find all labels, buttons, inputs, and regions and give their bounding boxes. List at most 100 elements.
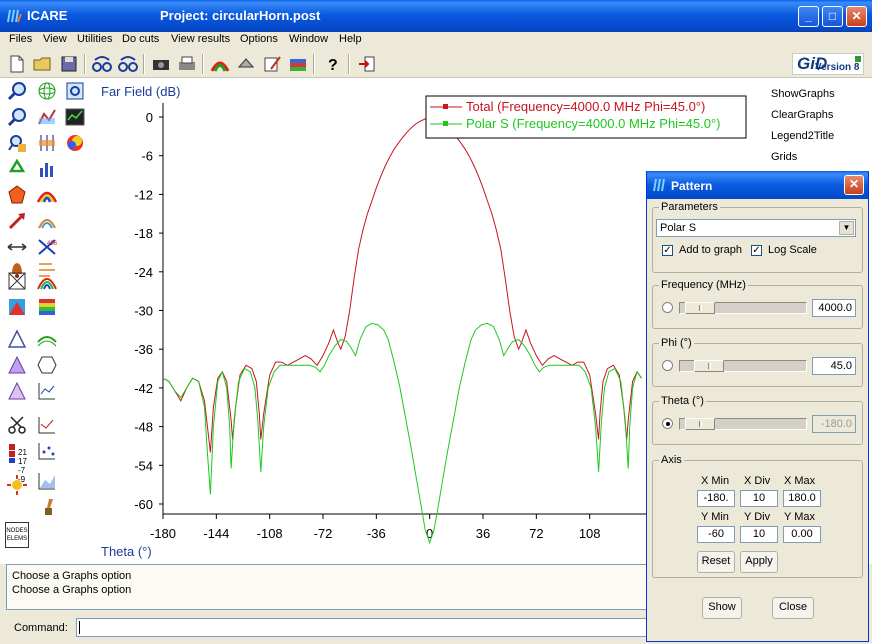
arrow-vector-icon[interactable] — [6, 210, 28, 232]
color-sun-icon[interactable] — [6, 474, 28, 496]
layers-icon[interactable] — [235, 53, 257, 75]
x-max-input[interactable]: 180.0 — [783, 490, 821, 507]
bar-graph-icon[interactable] — [36, 158, 58, 180]
message-line: Choose a Graphs option — [12, 584, 132, 596]
menu-options[interactable]: Options — [240, 33, 278, 45]
menu-utilities[interactable]: Utilities — [77, 33, 112, 45]
menu-help[interactable]: Help — [339, 33, 362, 45]
legend-marker — [443, 121, 448, 126]
recycle-icon[interactable] — [6, 158, 28, 180]
axis-legend: Axis — [661, 454, 682, 466]
distance-measure-icon[interactable] — [6, 236, 28, 258]
hexagon-icon[interactable] — [36, 354, 58, 376]
surface-view-icon[interactable] — [6, 296, 28, 318]
log-scale-checkbox[interactable]: ✓ — [751, 245, 762, 256]
grids-command[interactable]: Grids — [771, 151, 797, 163]
nodes-elems-icon[interactable]: NODES ELEMS — [5, 522, 29, 548]
contour-bands-icon[interactable] — [36, 296, 58, 318]
reset-button[interactable]: Reset — [697, 551, 735, 573]
graph-area-icon[interactable] — [36, 470, 58, 492]
theta-radio[interactable] — [662, 418, 673, 429]
rainbow-band-icon[interactable] — [36, 184, 58, 206]
phi-slider-thumb[interactable] — [694, 360, 724, 372]
close-button[interactable]: ✕ — [846, 6, 867, 27]
brush-icon[interactable] — [36, 496, 58, 518]
y-div-input[interactable]: 10 — [740, 526, 778, 543]
parameters-group: Parameters — [652, 201, 863, 273]
zoom-out-icon[interactable] — [6, 106, 28, 128]
menu-view[interactable]: View — [43, 33, 67, 45]
frequency-slider-thumb[interactable] — [685, 302, 715, 314]
mesh-sphere-icon[interactable] — [36, 80, 58, 102]
graph-scatter-icon[interactable] — [36, 440, 58, 462]
zoom-frame-icon[interactable] — [6, 132, 28, 154]
printer-icon[interactable] — [176, 53, 198, 75]
graph-lines-icon[interactable] — [36, 380, 58, 402]
y-tick-label: -42 — [134, 381, 153, 396]
wire-triangle-icon[interactable] — [6, 328, 28, 350]
apply-button[interactable]: Apply — [740, 551, 778, 573]
edit-icon[interactable] — [261, 53, 283, 75]
box-frame-icon[interactable] — [6, 270, 28, 292]
open-folder-icon[interactable] — [32, 53, 54, 75]
phi-value[interactable]: 45.0 — [812, 357, 856, 375]
add-to-graph-checkbox[interactable]: ✓ — [662, 245, 673, 256]
color-blob-icon[interactable] — [64, 132, 86, 154]
books-icon[interactable] — [287, 53, 309, 75]
graph-points-icon[interactable] — [36, 414, 58, 436]
frequency-radio[interactable] — [662, 302, 673, 313]
legend-value-2: 17 — [18, 457, 27, 466]
series-line-polar-s — [162, 322, 642, 545]
phi-slider[interactable] — [679, 360, 807, 372]
numbering-icon[interactable]: 456 — [36, 236, 58, 258]
undo-view-icon[interactable] — [91, 53, 113, 75]
frequency-slider[interactable] — [679, 302, 807, 314]
menu-files[interactable]: Files — [9, 33, 32, 45]
zoom-in-icon[interactable] — [6, 80, 28, 102]
parameter-select[interactable]: Polar S ▼ — [656, 219, 856, 237]
svg-text:456: 456 — [47, 241, 58, 247]
x-div-input[interactable]: 10 — [740, 490, 778, 507]
shape-triangle-icon[interactable] — [6, 380, 28, 402]
chevron-down-icon[interactable]: ▼ — [839, 221, 854, 235]
frequency-value[interactable]: 4000.0 — [812, 299, 856, 317]
menu-do-cuts[interactable]: Do cuts — [122, 33, 159, 45]
new-file-icon[interactable] — [6, 53, 28, 75]
close-dialog-button[interactable]: Close — [772, 597, 814, 619]
theta-value: -180.0 — [812, 415, 856, 433]
rainbow-large-icon[interactable] — [36, 270, 58, 292]
scissors-icon[interactable] — [6, 414, 28, 436]
show-graphs-command[interactable]: ShowGraphs — [771, 88, 835, 100]
clear-graphs-command[interactable]: ClearGraphs — [771, 109, 833, 121]
rainbow-small-icon[interactable] — [36, 210, 58, 232]
y-max-input[interactable]: 0.00 — [783, 526, 821, 543]
maximize-button[interactable]: □ — [822, 6, 843, 27]
theta-slider-thumb[interactable] — [685, 418, 715, 430]
command-input[interactable] — [76, 618, 656, 637]
mesh-surface-icon[interactable] — [36, 328, 58, 350]
theta-slider[interactable] — [679, 418, 807, 430]
svg-text:?: ? — [328, 57, 338, 74]
legend2title-command[interactable]: Legend2Title — [771, 130, 834, 142]
triangle-icon[interactable] — [6, 354, 28, 376]
shaded-object-icon[interactable] — [6, 184, 28, 206]
rainbow-results-icon[interactable] — [209, 53, 231, 75]
exit-icon[interactable] — [356, 53, 378, 75]
show-button[interactable]: Show — [702, 597, 742, 619]
minimize-button[interactable]: _ — [798, 6, 819, 27]
x-min-input[interactable]: -180. — [697, 490, 735, 507]
help-icon[interactable]: ? — [322, 53, 344, 75]
menu-window[interactable]: Window — [289, 33, 328, 45]
graph-window-icon[interactable] — [64, 106, 86, 128]
menu-view-results[interactable]: View results — [171, 33, 230, 45]
redo-view-icon[interactable] — [117, 53, 139, 75]
contour-map-icon[interactable] — [36, 106, 58, 128]
y-min-input[interactable]: -60 — [697, 526, 735, 543]
camera-icon[interactable] — [150, 53, 172, 75]
save-icon[interactable] — [58, 53, 80, 75]
pattern-dialog-title-bar[interactable]: Pattern ✕ — [647, 171, 868, 199]
cut-plane-icon[interactable] — [36, 132, 58, 154]
phi-radio[interactable] — [662, 360, 673, 371]
view-search-icon[interactable] — [64, 80, 86, 102]
pattern-close-button[interactable]: ✕ — [844, 175, 864, 195]
